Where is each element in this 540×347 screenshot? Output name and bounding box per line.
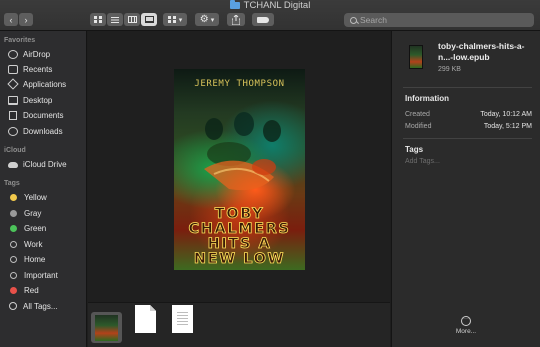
edit-tags-button[interactable] bbox=[252, 13, 274, 26]
divider bbox=[403, 138, 532, 139]
gallery-preview: JEREMY THOMPSON TOBY CHALMERS HITS A NEW… bbox=[88, 31, 390, 302]
icon-view-icon bbox=[94, 16, 102, 23]
sidebar-item-tag-green[interactable]: Green bbox=[8, 221, 46, 235]
yellow-tag-dot-icon bbox=[10, 193, 17, 201]
red-tag-dot-icon bbox=[10, 286, 17, 294]
share-button[interactable] bbox=[227, 13, 245, 26]
search-field[interactable] bbox=[344, 13, 534, 27]
tags-header: Tags bbox=[405, 145, 424, 154]
document-icon bbox=[9, 110, 17, 120]
back-button[interactable]: ‹ bbox=[4, 13, 18, 26]
more-icon: ··· bbox=[461, 316, 471, 326]
thumbnail-blank-document[interactable] bbox=[135, 305, 156, 333]
work-tag-dot-icon bbox=[10, 240, 17, 248]
sidebar-item-applications[interactable]: Applications bbox=[7, 77, 66, 91]
sidebar-item-documents[interactable]: Documents bbox=[8, 108, 63, 122]
gray-tag-dot-icon bbox=[10, 209, 17, 217]
information-header: Information bbox=[405, 94, 449, 103]
sidebar-item-icloud-drive[interactable]: iCloud Drive bbox=[8, 157, 67, 171]
sidebar-item-tag-red[interactable]: Red bbox=[8, 283, 39, 297]
airdrop-icon bbox=[8, 49, 18, 59]
sidebar-item-tag-home[interactable]: Home bbox=[8, 252, 45, 266]
search-icon bbox=[350, 16, 357, 24]
column-view-icon bbox=[127, 16, 137, 23]
thumbnail-strip bbox=[88, 302, 390, 347]
created-row: Created Today, 10:12 AM bbox=[405, 111, 532, 118]
thumbnail-text-document[interactable] bbox=[172, 305, 193, 333]
sidebar-item-tag-gray[interactable]: Gray bbox=[8, 206, 41, 220]
clock-icon bbox=[8, 64, 18, 74]
column-view-button[interactable] bbox=[124, 13, 140, 26]
sidebar-item-airdrop[interactable]: AirDrop bbox=[8, 47, 50, 61]
icon-view-button[interactable] bbox=[90, 13, 106, 26]
sidebar: Favorites AirDrop Recents Applications D… bbox=[0, 31, 87, 347]
more-button[interactable]: ··· More... bbox=[454, 316, 478, 335]
cloud-icon bbox=[8, 162, 18, 168]
list-view-icon bbox=[111, 16, 119, 23]
important-tag-dot-icon bbox=[10, 271, 17, 279]
sidebar-item-all-tags[interactable]: All Tags... bbox=[8, 299, 58, 313]
green-tag-dot-icon bbox=[10, 224, 17, 232]
download-icon bbox=[8, 126, 18, 136]
share-icon bbox=[232, 14, 240, 25]
grid-icon bbox=[167, 16, 176, 23]
desktop-icon bbox=[8, 95, 18, 105]
modified-row: Modified Today, 5:12 PM bbox=[405, 123, 532, 130]
gallery-view-icon bbox=[144, 16, 154, 23]
group-by-button[interactable]: ▾ bbox=[163, 13, 187, 26]
sidebar-item-desktop[interactable]: Desktop bbox=[8, 93, 52, 107]
sidebar-item-downloads[interactable]: Downloads bbox=[8, 124, 63, 138]
all-tags-icon bbox=[9, 302, 17, 310]
gallery-view-button[interactable] bbox=[141, 13, 157, 26]
file-size: 299 KB bbox=[438, 66, 461, 73]
book-thumbnail-icon bbox=[95, 315, 118, 341]
sidebar-section-tags: Tags bbox=[4, 180, 20, 187]
sidebar-item-tag-work[interactable]: Work bbox=[8, 237, 43, 251]
sidebar-item-tag-yellow[interactable]: Yellow bbox=[8, 190, 47, 204]
list-view-button[interactable] bbox=[107, 13, 123, 26]
sidebar-item-recents[interactable]: Recents bbox=[8, 62, 52, 76]
toolbar: TCHANL Digital ‹ › ▾ ⚙ ▾ bbox=[0, 0, 540, 31]
epub-file-icon bbox=[409, 45, 423, 69]
chevron-down-icon: ▾ bbox=[178, 16, 183, 24]
cover-author: JEREMY THOMPSON bbox=[194, 79, 285, 89]
tag-icon bbox=[257, 16, 269, 23]
action-button[interactable]: ⚙ ▾ bbox=[195, 13, 219, 26]
file-name: toby-chalmers-hits-a-n...-low.epub bbox=[438, 41, 525, 62]
divider bbox=[403, 87, 532, 88]
search-input[interactable] bbox=[360, 15, 520, 25]
book-cover-image: JEREMY THOMPSON TOBY CHALMERS HITS A NEW… bbox=[174, 69, 305, 270]
folder-icon bbox=[229, 0, 240, 9]
chevron-down-icon: ▾ bbox=[210, 16, 215, 24]
thumbnail-epub-selected[interactable] bbox=[91, 312, 122, 343]
sidebar-section-icloud: iCloud bbox=[4, 147, 26, 154]
home-tag-dot-icon bbox=[10, 255, 17, 263]
applications-icon bbox=[7, 78, 19, 90]
forward-button[interactable]: › bbox=[19, 13, 33, 26]
cover-title: TOBY CHALMERS HITS A NEW LOW bbox=[188, 206, 291, 267]
sidebar-section-favorites: Favorites bbox=[4, 37, 36, 44]
gear-icon: ⚙ bbox=[199, 14, 209, 25]
window-title: TCHANL Digital bbox=[0, 0, 540, 12]
add-tags-field[interactable]: Add Tags... bbox=[405, 158, 440, 165]
inspector-pane: toby-chalmers-hits-a-n...-low.epub 299 K… bbox=[391, 31, 540, 347]
sidebar-item-tag-important[interactable]: Important bbox=[8, 268, 58, 282]
